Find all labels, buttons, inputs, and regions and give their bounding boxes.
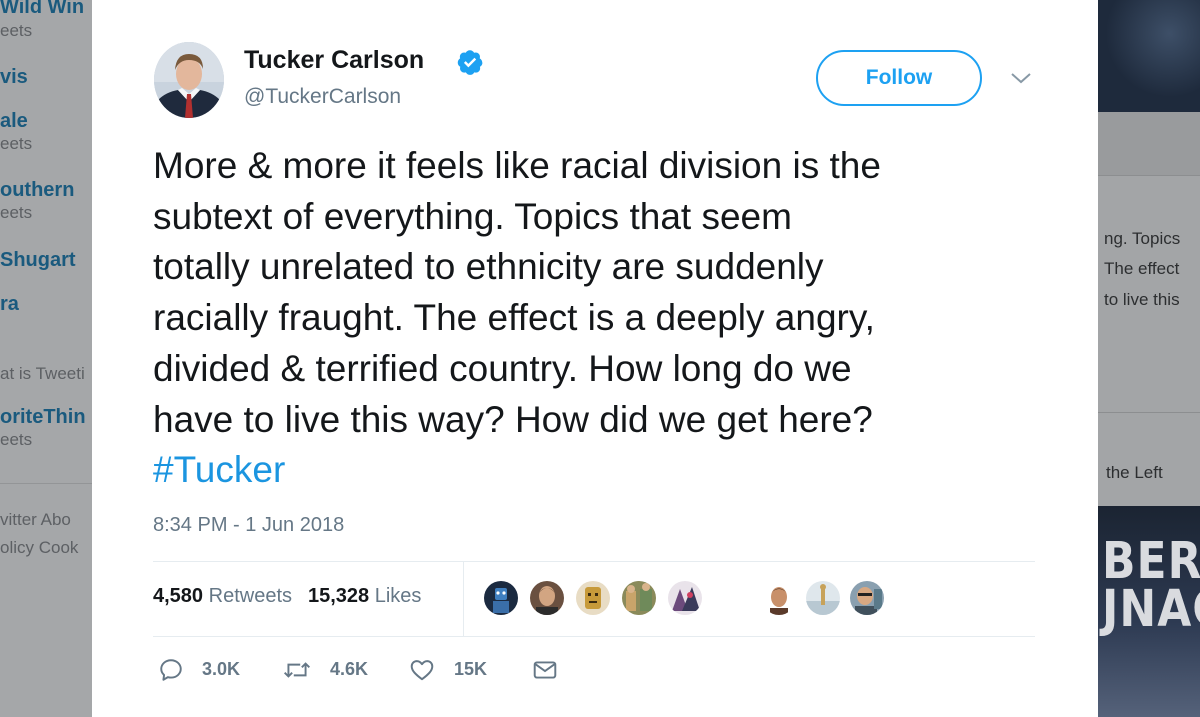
hashtag-link[interactable]: #Tucker [153,445,1053,496]
divider [0,483,92,484]
author-name[interactable]: Tucker Carlson [244,46,424,75]
liker-avatar[interactable] [482,579,520,617]
avatar[interactable] [154,42,224,118]
trend-item: ra [0,293,19,315]
retweet-icon [283,662,311,678]
tweet-text: More & more it feels like racial divisio… [153,141,1053,496]
background-image [1098,0,1200,112]
divider [1098,412,1200,413]
divider [153,561,1035,562]
reply-icon [160,659,182,681]
likes-stat[interactable]: 15,328 Likes [308,585,421,607]
trend-item: oriteThin eets [0,406,86,449]
trend-item: outhern eets [0,179,75,222]
liker-avatar[interactable] [666,579,704,617]
direct-message-icon [533,661,557,679]
trend-item: Shugart [0,249,76,271]
liker-avatar[interactable] [848,579,886,617]
like-count: 15K [454,659,488,679]
verified-badge-icon [457,50,483,75]
background-snippet: to live this [1104,290,1180,309]
retweets-stat[interactable]: 4,580 Retweets [153,585,292,607]
tweet-text-line: subtext of everything. Topics that seem [153,195,792,237]
reply-count: 3.0K [202,659,241,679]
chevron-down-icon[interactable] [1010,70,1032,86]
background-band [1098,112,1200,176]
background-snippet: the Left [1106,463,1163,482]
retweet-count: 4.6K [330,659,369,679]
tweet-stats: 4,580 Retweets 15,328 Likes [153,585,421,608]
tweet-text-line: totally unrelated to ethnicity are sudde… [153,246,824,288]
tweet-text-line: have to live this way? How did we get he… [153,398,873,440]
liker-avatar[interactable] [760,579,798,617]
liker-avatar[interactable] [574,579,612,617]
liker-avatar[interactable] [804,579,842,617]
tweet-timestamp[interactable]: 8:34 PM - 1 Jun 2018 [153,514,344,537]
liker-avatar[interactable] [620,579,658,617]
like-heart-icon [410,660,434,681]
banner-text: JNAC [1102,580,1200,639]
trend-item-caption: at is Tweeti [0,364,85,383]
avatar-image [154,42,224,118]
tweet-text-line: divided & terrified country. How long do… [153,347,852,389]
author-handle[interactable]: @TuckerCarlson [244,85,401,109]
divider [153,636,1035,637]
background-snippet: ng. Topics [1104,229,1181,248]
tweet-text-line: More & more it feels like racial divisio… [153,145,881,186]
follow-button[interactable]: Follow [816,50,982,106]
tweet-text-line: racially fraught. The effect is a deeply… [153,297,875,339]
trend-item: Wild Win eets [0,0,85,40]
background-news-image: BERA JNAC [1098,506,1200,717]
background-trends-panel: Wild Win eets vis ale eets outhern eets … [0,0,92,717]
background-sidebar-right: ng. Topics The effect to live this the L… [1098,0,1200,717]
trend-item: ale eets [0,110,33,153]
footer-links: vitter Abo [0,510,71,529]
background-snippet: The effect [1104,259,1180,278]
liker-avatar[interactable] [528,579,566,617]
divider [463,562,464,636]
trend-item: vis [0,66,28,88]
tweet-card: Tucker Carlson @TuckerCarlson Follow Mor… [92,0,1098,717]
footer-links: olicy Cook [0,538,79,557]
